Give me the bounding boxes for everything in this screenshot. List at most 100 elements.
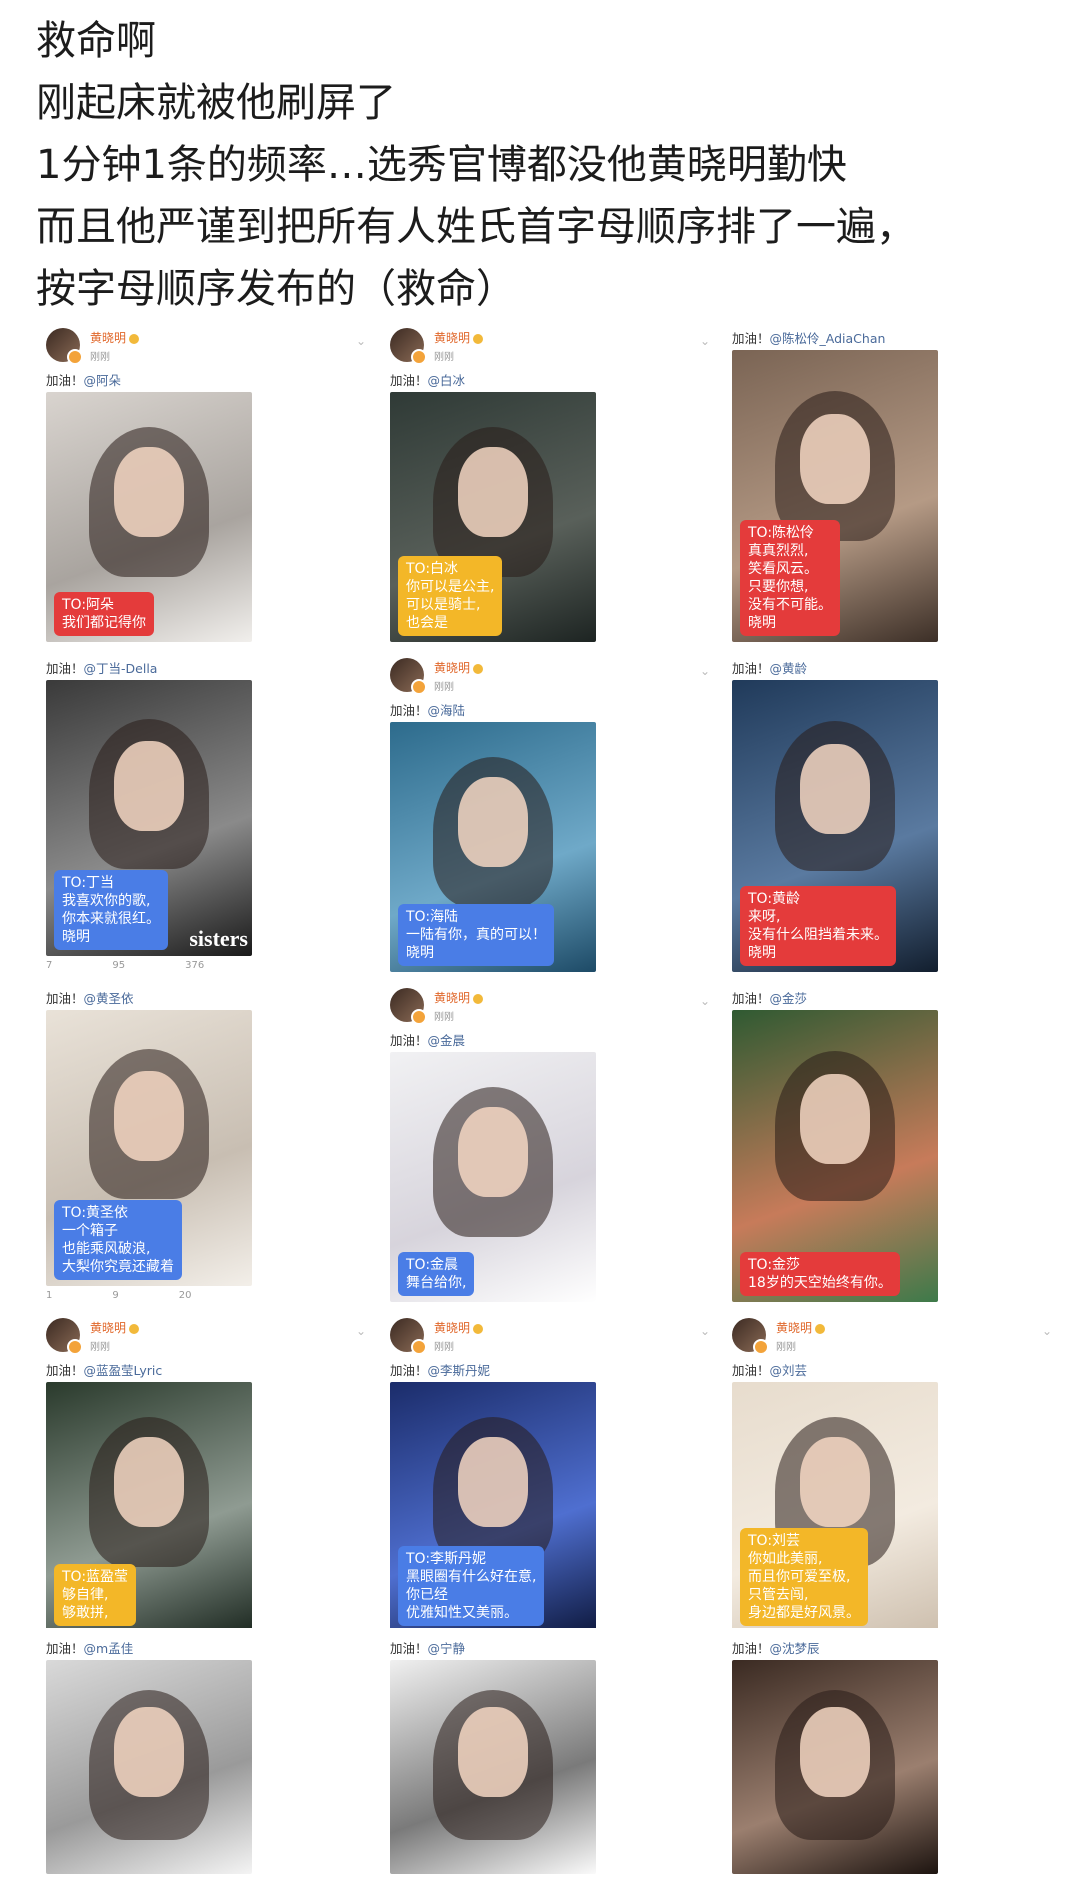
message-bubble: TO:金晨 舞台给你, <box>398 1252 475 1296</box>
repost-count[interactable]: 1 <box>46 1290 52 1301</box>
avatar[interactable] <box>390 988 427 1025</box>
post-photo[interactable]: TO:黄龄 来呀, 没有什么阻挡着未来。 晓明 <box>732 680 938 972</box>
weibo-post-card[interactable]: 加油！@金莎 TO:金莎 18岁的天空始终有你。 <box>722 978 1052 1306</box>
chevron-down-icon[interactable]: ⌄ <box>356 1324 366 1338</box>
post-photo[interactable]: TO:金莎 18岁的天空始终有你。 <box>732 1010 938 1302</box>
weibo-post-card[interactable]: 加油！@陈松伶_AdiaChan TO:陈松伶 真真烈烈, 笑看风云。 只要你想,… <box>722 318 1052 646</box>
mention-link[interactable]: @m孟佳 <box>84 1641 134 1656</box>
mention-link[interactable]: @金莎 <box>770 991 808 1006</box>
mention-link[interactable]: @白冰 <box>428 373 466 388</box>
mention-link[interactable]: @海陆 <box>428 703 466 718</box>
message-bubble: TO:陈松伶 真真烈烈, 笑看风云。 只要你想, 没有不可能。 晓明 <box>740 520 840 636</box>
username[interactable]: 黄晓明 <box>90 329 140 346</box>
message-bubble: TO:李斯丹妮 黑眼圈有什么好在意, 你已经 优雅知性又美丽。 <box>398 1546 545 1626</box>
post-actions: 1 9 20 <box>46 1290 251 1306</box>
post-photo[interactable]: TO:蓝盈莹 够自律, 够敢拼, <box>46 1382 252 1632</box>
weibo-post-card[interactable]: 加油！@m孟佳 <box>36 1628 366 1878</box>
post-header: 黄晓明 刚刚 ⌄ <box>390 658 710 698</box>
chevron-down-icon[interactable]: ⌄ <box>700 994 710 1008</box>
mention-link[interactable]: @宁静 <box>428 1641 466 1656</box>
chevron-down-icon[interactable]: ⌄ <box>700 1324 710 1338</box>
mention-link[interactable]: @黄圣依 <box>84 991 134 1006</box>
portrait-face-shape <box>458 1707 528 1798</box>
message-bubble: TO:刘芸 你如此美丽, 而且你可爱至极, 只管去闯, 身边都是好风景。 <box>740 1528 868 1626</box>
mention-link[interactable]: @阿朵 <box>84 373 122 388</box>
comment-count[interactable]: 9 <box>112 1290 118 1301</box>
chevron-down-icon[interactable]: ⌄ <box>700 334 710 348</box>
username[interactable]: 黄晓明 <box>776 1319 826 1336</box>
weibo-post-card[interactable]: 黄晓明 刚刚 ⌄ 加油！@蓝盈莹Lyric TO:蓝盈莹 够自律, 够敢拼, <box>36 1308 366 1636</box>
chevron-down-icon[interactable]: ⌄ <box>356 334 366 348</box>
mention-link[interactable]: @刘芸 <box>770 1363 808 1378</box>
screenshot-grid: 黄晓明 刚刚 ⌄ 加油！@阿朵 TO:阿朵 我们都记得你 黄晓明 刚刚 ⌄ 加油！@白冰 TO:白… <box>0 318 1080 1878</box>
weibo-post-card[interactable]: 黄晓明 刚刚 ⌄ 加油！@阿朵 TO:阿朵 我们都记得你 <box>36 318 366 646</box>
avatar[interactable] <box>390 1318 427 1355</box>
portrait-face-shape <box>114 1070 184 1161</box>
post-photo[interactable]: TO:白冰 你可以是公主, 可以是骑士, 也会是 <box>390 392 596 642</box>
comment-count[interactable]: 95 <box>112 960 125 971</box>
avatar[interactable] <box>390 658 427 695</box>
post-caption: 加油！@m孟佳 <box>46 1638 133 1657</box>
post-photo[interactable]: TO:海陆 一陆有你，真的可以！ 晓明 <box>390 722 596 972</box>
mention-link[interactable]: @黄龄 <box>770 661 808 676</box>
post-photo[interactable]: TO:金晨 舞台给你, <box>390 1052 596 1302</box>
username[interactable]: 黄晓明 <box>434 659 484 676</box>
weibo-post-card[interactable]: 加油！@沈梦辰 <box>722 1628 1052 1878</box>
cheer-text: 加油！ <box>732 661 770 676</box>
message-bubble: TO:黄圣依 一个箱子 也能乘风破浪, 大梨你究竟还藏着 <box>54 1200 182 1280</box>
post-photo[interactable]: TO:陈松伶 真真烈烈, 笑看风云。 只要你想, 没有不可能。 晓明 <box>732 350 938 642</box>
post-photo[interactable]: sisters TO:丁当 我喜欢你的歌, 你本来就很红。 晓明 <box>46 680 252 956</box>
post-line: 救命啊 <box>36 18 156 64</box>
mention-link[interactable]: @蓝盈莹Lyric <box>84 1363 163 1378</box>
post-photo[interactable]: TO:阿朵 我们都记得你 <box>46 392 252 642</box>
username[interactable]: 黄晓明 <box>90 1319 140 1336</box>
weibo-post-card[interactable]: 黄晓明 刚刚 ⌄ 加油！@李斯丹妮 TO:李斯丹妮 黑眼圈有什么好在意, 你已经 优雅知… <box>380 1308 710 1636</box>
mention-link[interactable]: @沈梦辰 <box>770 1641 820 1656</box>
like-count[interactable]: 20 <box>179 1290 192 1301</box>
portrait-face-shape <box>114 447 184 537</box>
post-caption: 加油！@陈松伶_AdiaChan <box>732 328 885 347</box>
post-photo[interactable]: TO:刘芸 你如此美丽, 而且你可爱至极, 只管去闯, 身边都是好风景。 <box>732 1382 938 1632</box>
chevron-down-icon[interactable]: ⌄ <box>1042 1324 1052 1338</box>
weibo-post-card[interactable]: 黄晓明 刚刚 ⌄ 加油！@白冰 TO:白冰 你可以是公主, 可以是骑士, 也会是 <box>380 318 710 646</box>
post-photo[interactable]: TO:黄圣依 一个箱子 也能乘风破浪, 大梨你究竟还藏着 <box>46 1010 252 1286</box>
avatar[interactable] <box>46 1318 83 1355</box>
mention-link[interactable]: @陈松伶_AdiaChan <box>770 331 886 346</box>
weibo-post-card[interactable]: 黄晓明刚刚 ⌄ 加油！@刘芸 TO:刘芸 你如此美丽, 而且你可爱至极, 只管去闯, … <box>722 1308 1052 1636</box>
post-photo[interactable] <box>46 1660 252 1874</box>
weibo-post-card[interactable]: 黄晓明 刚刚 ⌄ 加油！@金晨 TO:金晨 舞台给你, <box>380 978 710 1306</box>
post-caption: 加油！@宁静 <box>390 1638 465 1657</box>
portrait-face-shape <box>800 1707 870 1798</box>
timestamp: 刚刚 <box>776 1342 796 1353</box>
post-photo[interactable] <box>390 1660 596 1874</box>
username[interactable]: 黄晓明 <box>434 329 484 346</box>
like-count[interactable]: 376 <box>185 960 204 971</box>
repost-count[interactable]: 7 <box>46 960 52 971</box>
verified-badge-icon <box>67 1339 83 1355</box>
post-header: 黄晓明 刚刚 ⌄ <box>390 328 710 368</box>
avatar[interactable] <box>732 1318 769 1355</box>
post-header: 黄晓明 刚刚 ⌄ <box>46 328 366 368</box>
weibo-post-card[interactable]: 加油！@宁静 <box>380 1628 710 1878</box>
chevron-down-icon[interactable]: ⌄ <box>700 664 710 678</box>
username[interactable]: 黄晓明 <box>434 989 484 1006</box>
message-bubble: TO:蓝盈莹 够自律, 够敢拼, <box>54 1564 137 1626</box>
post-photo[interactable]: TO:李斯丹妮 黑眼圈有什么好在意, 你已经 优雅知性又美丽。 <box>390 1382 596 1632</box>
mention-link[interactable]: @金晨 <box>428 1033 466 1048</box>
cheer-text: 加油！ <box>732 1363 770 1378</box>
portrait-face-shape <box>114 740 184 831</box>
post-photo[interactable] <box>732 1660 938 1874</box>
post-header: 黄晓明 刚刚 ⌄ <box>390 988 710 1028</box>
avatar[interactable] <box>390 328 427 365</box>
weibo-post-card[interactable]: 加油！@黄圣依 TO:黄圣依 一个箱子 也能乘风破浪, 大梨你究竟还藏着 1 9 20 <box>36 978 366 1306</box>
mention-link[interactable]: @丁当-Della <box>84 661 158 676</box>
weibo-post-card[interactable]: 加油！@黄龄 TO:黄龄 来呀, 没有什么阻挡着未来。 晓明 <box>722 648 1052 976</box>
message-bubble: TO:金莎 18岁的天空始终有你。 <box>740 1252 900 1296</box>
avatar[interactable] <box>46 328 83 365</box>
verified-badge-icon <box>753 1339 769 1355</box>
weibo-post-card[interactable]: 黄晓明 刚刚 ⌄ 加油！@海陆 TO:海陆 一陆有你，真的可以！ 晓明 <box>380 648 710 976</box>
mention-link[interactable]: @李斯丹妮 <box>428 1363 491 1378</box>
post-actions: 7 95 376 <box>46 960 264 976</box>
username[interactable]: 黄晓明 <box>434 1319 484 1336</box>
weibo-post-card[interactable]: 加油！@丁当-Della sisters TO:丁当 我喜欢你的歌, 你本来就很红。… <box>36 648 366 976</box>
